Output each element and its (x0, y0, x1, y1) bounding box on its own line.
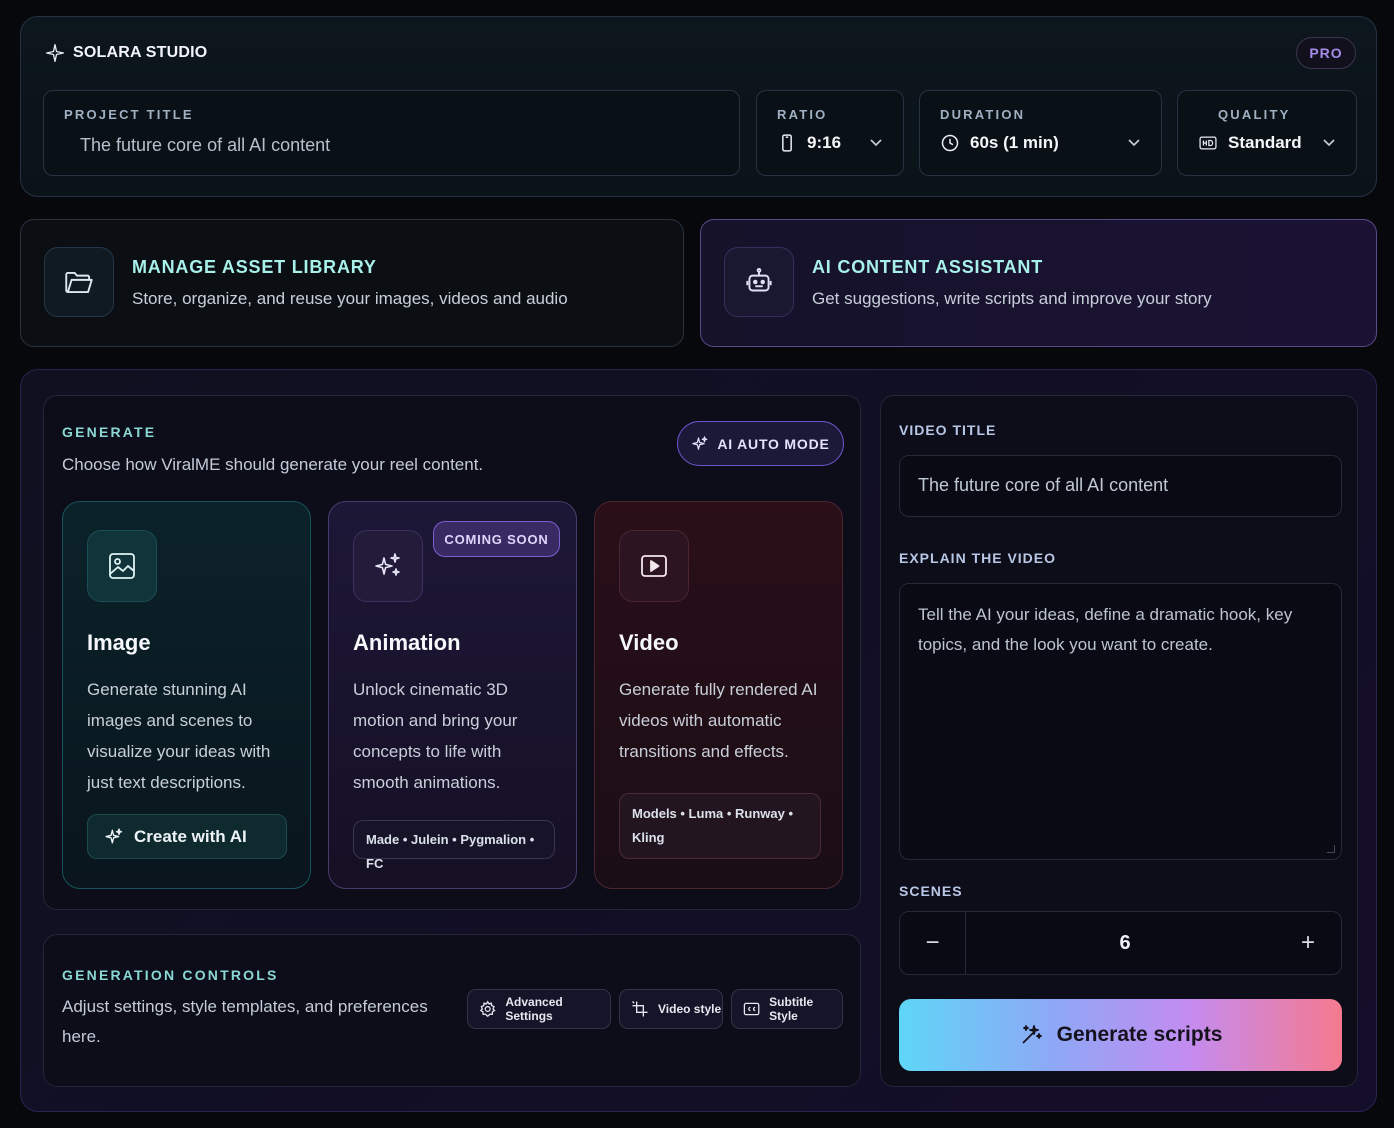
gear-icon (479, 1000, 496, 1018)
brand-name: SOLARA STUDIO (73, 44, 208, 61)
coming-soon-badge: COMING SOON (433, 521, 560, 557)
project-title-input[interactable]: The future core of all AI content (80, 135, 330, 156)
scenes-stepper: − 6 + (899, 911, 1342, 975)
robot-icon (746, 267, 772, 292)
generation-controls-desc: Adjust settings, style templates, and pr… (62, 997, 428, 1046)
resize-handle[interactable] (1327, 845, 1335, 853)
video-icon-wrap (619, 530, 689, 602)
image-icon (109, 553, 135, 579)
manage-asset-library-card[interactable]: MANAGE ASSET LIBRARY Store, organize, an… (20, 219, 684, 347)
scenes-increment-button[interactable]: + (1275, 912, 1341, 974)
advanced-settings-button[interactable]: Advanced Settings (467, 989, 611, 1029)
phone-icon (782, 134, 792, 152)
duration-select[interactable]: DURATION 60s (1 min) (919, 90, 1162, 176)
brand: SOLARA STUDIO (45, 43, 207, 63)
scenes-decrement-button[interactable]: − (900, 912, 966, 974)
chevron-down-icon (1128, 139, 1140, 147)
crop-icon (632, 1001, 648, 1017)
ratio-value: 9:16 (807, 133, 842, 152)
cc-icon (743, 1002, 760, 1016)
image-desc: Generate stunning AI images and scenes t… (87, 680, 271, 792)
ai-auto-mode-label: AI AUTO MODE (717, 435, 830, 452)
animation-models-chip: Made • Julein • Pygmalion • FC (353, 820, 555, 871)
scenes-label: SCENES (899, 883, 963, 899)
sparkles-icon (105, 827, 123, 843)
quality-select[interactable]: QUALITY Standard (1177, 90, 1357, 176)
create-with-ai-button[interactable]: Create with AI (87, 814, 287, 859)
sparkle-icon (46, 44, 64, 62)
video-style-button[interactable]: Video style (619, 989, 723, 1029)
project-title-label: PROJECT TITLE (64, 107, 194, 122)
video-models-chip: Models • Luma • Runway • Kling (619, 793, 821, 859)
generate-section: GENERATE Choose how ViralME should gener… (43, 395, 861, 910)
animation-type-card[interactable]: COMING SOON Animation Unlock cinematic 3… (328, 501, 577, 889)
subtitle-style-label: Subtitle Style (769, 995, 814, 1023)
image-icon-wrap (87, 530, 157, 602)
folder-open-icon (65, 272, 93, 294)
explain-video-label: EXPLAIN THE VIDEO (899, 550, 1057, 566)
generate-label: GENERATE (62, 424, 157, 440)
magic-wand-icon (1021, 1025, 1042, 1044)
video-form-section: VIDEO TITLE The future core of all AI co… (880, 395, 1358, 1087)
quality-value: Standard (1228, 133, 1302, 152)
project-title-field[interactable]: PROJECT TITLE The future core of all AI … (43, 90, 740, 176)
ratio-value-wrap: 9:16 (777, 133, 841, 153)
play-icon (641, 555, 667, 577)
ratio-select[interactable]: RATIO 9:16 (756, 90, 904, 176)
sparkles-icon (692, 435, 708, 450)
project-settings-panel: SOLARA STUDIO PRO PROJECT TITLE The futu… (20, 16, 1377, 197)
chevron-down-icon (1323, 139, 1335, 147)
chevron-down-icon (870, 139, 882, 147)
image-type-card[interactable]: Image Generate stunning AI images and sc… (62, 501, 311, 889)
hd-icon (1199, 136, 1217, 150)
generation-controls-label: GENERATION CONTROLS (62, 967, 279, 983)
video-style-label: Video style (658, 1002, 722, 1016)
quality-label: QUALITY (1218, 107, 1291, 122)
generate-scripts-label: Generate scripts (1056, 1023, 1223, 1046)
animation-desc: Unlock cinematic 3D motion and bring you… (353, 680, 518, 792)
generation-controls-section: GENERATION CONTROLS Adjust settings, sty… (43, 934, 861, 1087)
pro-badge: PRO (1296, 37, 1356, 69)
asset-library-title: MANAGE ASSET LIBRARY (132, 257, 377, 277)
quality-value-wrap: Standard (1198, 133, 1302, 153)
generate-desc: Choose how ViralME should generate your … (62, 455, 484, 474)
generate-scripts-button[interactable]: Generate scripts (899, 999, 1342, 1071)
assistant-title: AI CONTENT ASSISTANT (812, 257, 1043, 277)
assistant-desc: Get suggestions, write scripts and impro… (812, 289, 1212, 308)
create-with-ai-label: Create with AI (134, 826, 247, 846)
duration-value-wrap: 60s (1 min) (940, 133, 1059, 153)
asset-library-desc: Store, organize, and reuse your images, … (132, 289, 568, 308)
animation-icon-wrap (353, 530, 423, 602)
sparkles-icon (375, 553, 400, 576)
subtitle-style-button[interactable]: Subtitle Style (731, 989, 843, 1029)
folder-icon-wrap (44, 247, 114, 317)
video-title-label: VIDEO TITLE (899, 422, 997, 438)
video-desc: Generate fully rendered AI videos with a… (619, 680, 818, 761)
ai-auto-mode-button[interactable]: AI AUTO MODE (677, 421, 844, 466)
duration-label: DURATION (940, 107, 1026, 122)
explain-video-placeholder: Tell the AI your ideas, define a dramati… (918, 605, 1293, 654)
video-type-card[interactable]: Video Generate fully rendered AI videos … (594, 501, 843, 889)
ratio-label: RATIO (777, 107, 828, 122)
explain-video-textarea[interactable]: Tell the AI your ideas, define a dramati… (899, 583, 1342, 860)
ai-content-assistant-card[interactable]: AI CONTENT ASSISTANT Get suggestions, wr… (700, 219, 1377, 347)
video-title-input[interactable]: The future core of all AI content (899, 455, 1342, 517)
animation-title: Animation (353, 630, 461, 655)
image-title: Image (87, 630, 151, 655)
clock-icon (941, 134, 959, 152)
main-panel: GENERATE Choose how ViralME should gener… (20, 369, 1377, 1112)
video-title: Video (619, 630, 679, 655)
robot-icon-wrap (724, 247, 794, 317)
duration-value: 60s (1 min) (970, 133, 1059, 152)
advanced-settings-label: Advanced Settings (505, 995, 563, 1023)
scenes-value[interactable]: 6 (966, 912, 1284, 974)
